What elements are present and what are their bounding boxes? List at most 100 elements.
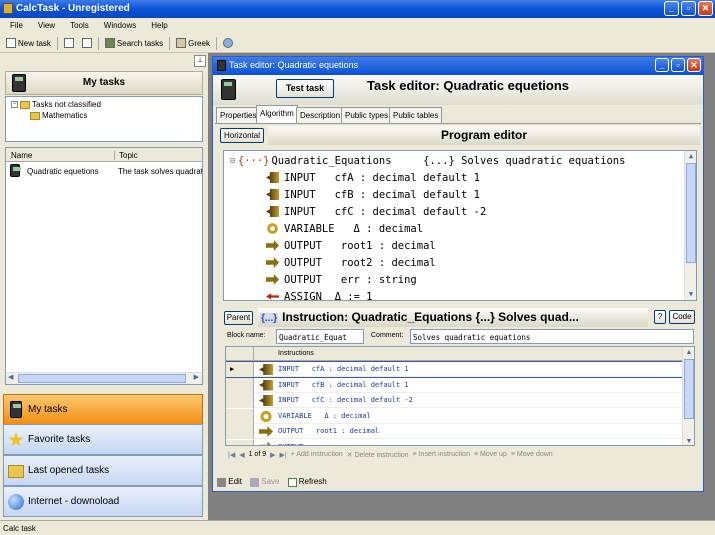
nav-my-tasks[interactable]: My tasks xyxy=(3,394,203,425)
collapse-icon[interactable]: − xyxy=(11,101,18,108)
code-line[interactable]: INPUT cfB : decimal default 1 xyxy=(266,186,480,203)
table-row[interactable]: VARIABLE Δ : decimal xyxy=(226,408,694,424)
column-topic[interactable]: Topic xyxy=(114,151,138,160)
app-title: CalcTask - Unregistered xyxy=(16,3,130,14)
menu-windows[interactable]: Windows xyxy=(104,21,136,34)
table-row[interactable]: OUTPUT ... xyxy=(226,439,694,445)
tab-description[interactable]: Description xyxy=(296,107,345,123)
insert-instruction-button[interactable]: ≡ Insert instruction xyxy=(413,451,470,458)
menu-tools[interactable]: Tools xyxy=(70,21,89,34)
app-icon xyxy=(3,3,13,14)
block-name-field[interactable]: Quadratic_Equat xyxy=(276,329,364,344)
code-line[interactable]: OUTPUT err : string xyxy=(266,271,417,288)
code-line[interactable]: INPUT cfA : decimal default 1 xyxy=(266,169,480,186)
calculator-icon xyxy=(10,164,21,177)
greek-button[interactable]: Greek xyxy=(172,38,214,48)
menu-help[interactable]: Help xyxy=(151,21,167,34)
output-arrow-icon xyxy=(259,426,273,437)
next-page-icon[interactable]: ▶ xyxy=(270,451,275,459)
refresh-icon xyxy=(287,477,297,487)
tab-public-types[interactable]: Public types xyxy=(341,107,393,123)
prev-page-icon[interactable]: ◀ xyxy=(239,451,244,459)
save-icon xyxy=(250,477,260,487)
editor-header: Test task Task editor: Quadratic equetio… xyxy=(213,75,703,105)
my-tasks-header: My tasks xyxy=(5,71,203,95)
list-horizontal-scrollbar[interactable]: ◀ ▶ xyxy=(6,372,202,384)
program-code-view[interactable]: ⊟ {···} Quadratic_Equations {...} Solves… xyxy=(223,150,697,301)
print-preview-icon xyxy=(81,38,92,48)
grid-pager: |◀ ◀ 1 of 9 ▶ ▶| + Add instruction ✕ Del… xyxy=(224,447,696,462)
folder-icon xyxy=(30,111,40,120)
editor-close-button[interactable]: ✕ xyxy=(687,58,701,72)
code-line[interactable]: OUTPUT root2 : decimal xyxy=(266,254,436,271)
parent-button[interactable]: Parent xyxy=(224,311,253,325)
code-vertical-scrollbar[interactable]: ▲ ▼ xyxy=(684,151,696,300)
save-button[interactable]: Save xyxy=(250,477,280,487)
horizontal-button[interactable]: Horizontal xyxy=(220,128,264,143)
globe-icon xyxy=(222,38,233,48)
print-button[interactable] xyxy=(60,38,78,48)
tree-node-mathematics[interactable]: Mathematics xyxy=(30,111,87,120)
edit-button[interactable]: Edit xyxy=(217,477,242,487)
tree-node-not-classified[interactable]: − Tasks not classified xyxy=(11,100,101,109)
column-name[interactable]: Name xyxy=(11,151,32,160)
output-arrow-icon xyxy=(266,274,279,285)
instruction-title: {...} Instruction: Quadratic_Equations {.… xyxy=(258,308,648,327)
grid-vertical-scrollbar[interactable]: ▲ ▼ xyxy=(682,347,694,445)
nav-internet-download[interactable]: Internet - downoload xyxy=(3,486,203,517)
calculator-icon xyxy=(217,60,226,71)
app-title-bar: CalcTask - Unregistered _ ▫ ✕ xyxy=(0,0,715,18)
code-line[interactable]: VARIABLE Δ : decimal xyxy=(266,220,423,237)
task-tree: − Tasks not classified Mathematics xyxy=(5,96,203,142)
code-button[interactable]: Code xyxy=(669,310,695,324)
maximize-button[interactable]: ▫ xyxy=(681,1,696,16)
code-line[interactable]: ASSIGN Δ := 1 xyxy=(266,288,373,300)
list-item[interactable]: Quadratic equetions The task solves quad… xyxy=(6,163,202,179)
test-task-button[interactable]: Test task xyxy=(276,79,334,98)
variable-gear-icon xyxy=(259,410,273,422)
refresh-button[interactable]: Refresh xyxy=(287,477,327,487)
table-row[interactable]: INPUT cfB : decimal default 1 xyxy=(226,377,694,393)
last-page-icon[interactable]: ▶| xyxy=(280,451,287,459)
tab-properties[interactable]: Properties xyxy=(216,107,261,123)
code-line[interactable]: INPUT cfC : decimal default -2 xyxy=(266,203,486,220)
comment-field[interactable]: Solves quadratic equations xyxy=(410,329,694,344)
input-arrow-icon xyxy=(259,395,273,406)
page-indicator: 1 of 9 xyxy=(248,451,267,458)
add-instruction-button[interactable]: + Add instruction xyxy=(291,451,343,458)
preview-button[interactable] xyxy=(78,38,96,48)
close-button[interactable]: ✕ xyxy=(698,1,713,16)
nav-last-opened-tasks[interactable]: Last opened tasks xyxy=(3,455,203,486)
help-button[interactable]: ? xyxy=(654,310,666,324)
code-line[interactable]: OUTPUT root1 : decimal xyxy=(266,237,436,254)
block-icon: {···} xyxy=(237,154,270,167)
delete-instruction-button[interactable]: ✕ Delete instruction xyxy=(347,451,409,459)
collapse-icon[interactable]: ⊟ xyxy=(230,156,235,165)
new-task-button[interactable]: New task xyxy=(2,38,55,48)
tab-algorithm[interactable]: Algorithm xyxy=(256,105,298,124)
editor-maximize-button[interactable]: ▫ xyxy=(671,58,685,72)
menu-view[interactable]: View xyxy=(38,21,55,34)
editor-title-bar: Task editor: Quadratic equetions _ ▫ ✕ xyxy=(213,57,703,75)
block-name-label: Block name: xyxy=(227,332,266,339)
block-icon: {...} xyxy=(260,313,279,324)
move-up-button[interactable]: ≡ Move up xyxy=(474,451,507,458)
calculator-icon xyxy=(10,401,22,418)
code-root-line[interactable]: ⊟ {···} Quadratic_Equations {...} Solves… xyxy=(230,152,625,169)
main-toolbar: New task Search tasks Greek xyxy=(0,34,715,53)
move-down-button[interactable]: ≡ Move down xyxy=(511,451,553,458)
editor-minimize-button[interactable]: _ xyxy=(655,58,669,72)
pin-icon[interactable]: ⊥ xyxy=(194,55,206,67)
nav-favorite-tasks[interactable]: Favorite tasks xyxy=(3,424,203,455)
menu-file[interactable]: File xyxy=(10,21,23,34)
search-tasks-button[interactable]: Search tasks xyxy=(101,38,167,48)
table-row[interactable]: INPUT cfC : decimal default -2 xyxy=(226,393,694,408)
first-page-icon[interactable]: |◀ xyxy=(228,451,235,459)
tab-public-tables[interactable]: Public tables xyxy=(389,107,443,123)
minimize-button[interactable]: _ xyxy=(664,1,679,16)
internet-button[interactable] xyxy=(219,38,237,48)
edit-icon xyxy=(217,477,226,487)
table-row[interactable]: OUTPUT root1 : decimal xyxy=(226,424,694,439)
table-row[interactable]: ▶ INPUT cfA : decimal default 1 xyxy=(226,361,694,378)
column-instructions[interactable]: Instructions xyxy=(278,350,314,357)
